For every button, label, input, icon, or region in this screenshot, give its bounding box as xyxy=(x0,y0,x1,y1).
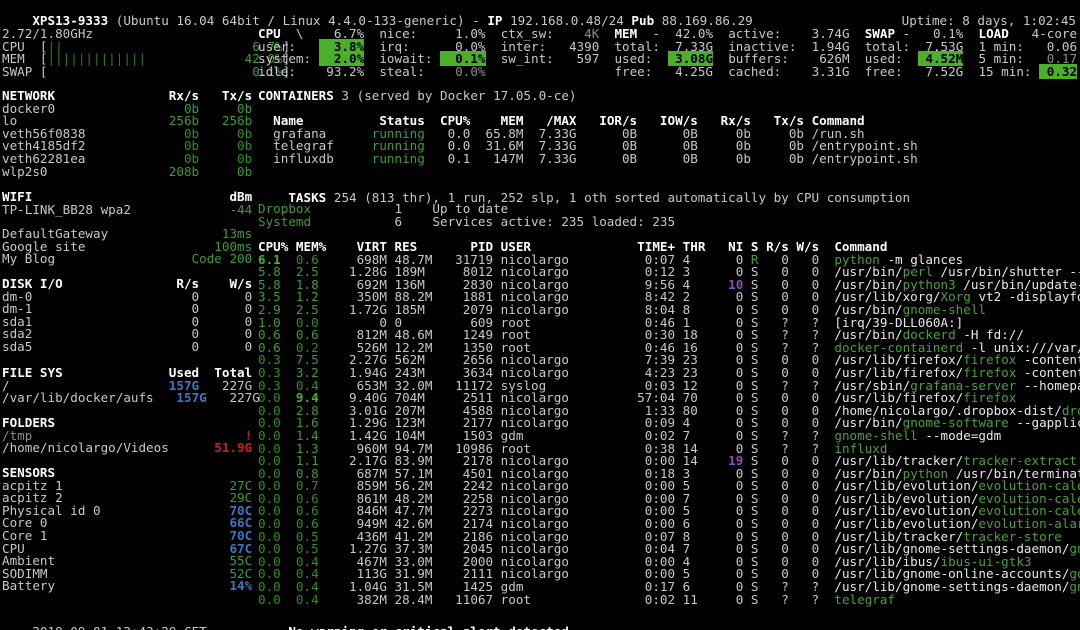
port-name-2: My Blog xyxy=(2,251,169,266)
diskio-row: sda5 0 0 xyxy=(2,341,252,354)
container-command-2: /entrypoint.sh xyxy=(804,151,918,166)
filesys-used-1: 157G xyxy=(154,390,207,405)
container-iow-2: 0B xyxy=(637,151,698,166)
quicklook-bar-empty-2 xyxy=(48,64,238,79)
cpu-value-2: 93.2% xyxy=(319,64,365,79)
amp-row: Systemd 6 Services active: 235 loaded: 2… xyxy=(258,216,675,229)
swap-value-2: 7.52G xyxy=(918,64,964,79)
network-row: wlp2s0 208b 0b xyxy=(2,166,252,179)
containers-engine: (served by Docker 17.05.0-ce) xyxy=(357,88,577,103)
proc-time-27: 0:02 xyxy=(607,592,675,607)
amps-panel: Dropbox 1 Up to dateSystemd 6 Services a… xyxy=(258,203,675,228)
folder-row: /home/nicolargo/Videos 51.9G xyxy=(2,442,252,455)
cpu-label-2: idle: xyxy=(258,64,319,79)
sensors-panel: SENSORSacpitz 1 27Cacpitz 2 29CPhysical … xyxy=(2,467,252,593)
diskio-read-4: 0 xyxy=(146,339,199,354)
containers-header-row: CONTAINERS 3 (served by Docker 17.05.0-c… xyxy=(258,90,918,103)
status-datetime: 2018-09-01 12:43:29 CET xyxy=(2,613,207,630)
filesys-mount-1: /var/lib/docker/aufs xyxy=(2,390,154,405)
ports-panel: DefaultGateway 13msGoogle site 100msMy B… xyxy=(2,228,252,266)
load-value-2: 0.32 xyxy=(1039,64,1077,79)
cpu-mem-swap-load-panel: CPU \ 6.7% nice: 1.0% ctx_sw: 4K MEM - 4… xyxy=(258,28,1077,78)
sensor-value-8: 14% xyxy=(207,578,253,593)
container-ior-2: 0B xyxy=(576,151,637,166)
wifi-row: TP-LINK_BB28 wpa2 -44 xyxy=(2,204,252,217)
mem-extra-value-2: 3.31G xyxy=(804,64,850,79)
sensor-name-8: Battery xyxy=(2,578,207,593)
proc-cmd-args-14: --mode=gdm xyxy=(918,428,1001,443)
proc-res-27: 28.4M xyxy=(387,592,448,607)
mem-extra-label-2: cached: xyxy=(728,64,804,79)
alert-message: No warning or critical alert detected xyxy=(258,613,569,630)
mem-value-2: 4.25G xyxy=(668,64,714,79)
filesys-row: /var/lib/docker/aufs 157G 227G xyxy=(2,392,260,405)
container-status-2: running xyxy=(349,151,425,166)
filesystem-panel: FILE SYS Used Total/ 157G 227G/var/lib/d… xyxy=(2,367,260,405)
containers-title: CONTAINERS xyxy=(258,88,334,103)
proc-cpu-27: 0.0 xyxy=(258,592,296,607)
bracket-open: [ xyxy=(40,64,48,79)
cpu-extra-value-2: 0.0% xyxy=(440,64,486,79)
network-panel: NETWORK Rx/s Tx/sdocker0 0b 0blo 256b 25… xyxy=(2,90,252,178)
network-iface-5: wlp2s0 xyxy=(2,164,146,179)
load-label-2: 15 min: xyxy=(978,64,1039,79)
diskio-write-4: 0 xyxy=(199,339,252,354)
sensor-row: Battery 14% xyxy=(2,580,252,593)
quicklook-bar-label-2: SWAP xyxy=(2,64,40,79)
proc-thr-27: 11 xyxy=(675,592,721,607)
cpu-extra-label-2: steal: xyxy=(379,64,440,79)
network-rx-5: 208b xyxy=(146,164,199,179)
wifi-signal-0: -44 xyxy=(199,202,252,217)
container-max-2: 7.33G xyxy=(523,151,576,166)
proc-mem-27: 0.4 xyxy=(296,592,349,607)
amp-status-1: Services active: 235 loaded: 235 xyxy=(432,214,675,229)
amp-count-1: 6 xyxy=(394,214,432,229)
proc-ni-27: 0 xyxy=(721,592,744,607)
port-row: My Blog Code 200 xyxy=(2,253,252,266)
folders-panel: FOLDERS/tmp !/home/nicolargo/Videos 51.9… xyxy=(2,417,252,455)
proc-ws-27: ? xyxy=(789,592,819,607)
container-name-2: influxdb xyxy=(273,151,349,166)
amp-name-1: Systemd xyxy=(258,214,394,229)
container-tx-2: 0b xyxy=(751,151,804,166)
containers-count: 3 xyxy=(341,88,349,103)
containers-panel: CONTAINERS 3 (served by Docker 17.05.0-c… xyxy=(258,90,918,166)
container-rx-2: 0b xyxy=(698,151,751,166)
stats-data-row: idle: 93.2% steal: 0.0% free: 4.25G cach… xyxy=(258,66,1077,79)
mem-label-2: free: xyxy=(614,64,667,79)
port-value-2: Code 200 xyxy=(169,251,252,266)
proc-virt-27: 382M xyxy=(349,592,387,607)
folder-size-1: 51.9G xyxy=(199,440,252,455)
proc-cmd-args-3: vt2 -displayfd 3 -auth /run/user/ xyxy=(971,289,1080,304)
proc-pid-27: 11067 xyxy=(448,592,494,607)
proc-rs-27: ? xyxy=(759,592,789,607)
container-row: influxdb running 0.1 147M 7.33G 0B 0B 0b… xyxy=(258,153,918,166)
glances-terminal: XPS13-9333 (Ubuntu 16.04 64bit / Linux 4… xyxy=(0,0,1080,630)
network-tx-5: 0b xyxy=(199,164,252,179)
diskio-dev-4: sda5 xyxy=(2,339,146,354)
swap-label-2: free: xyxy=(865,64,918,79)
proc-cmd-args-13: --gapplication-service xyxy=(1009,415,1080,430)
proc-state-27: S xyxy=(743,592,758,607)
filesys-total-1: 227G xyxy=(207,390,260,405)
disk-io-panel: DISK I/O R/s W/sdm-0 0 0dm-1 0 0sda1 0 0… xyxy=(2,278,252,354)
wifi-panel: WIFI dBmTP-LINK_BB28 wpa2 -44 xyxy=(2,191,252,216)
wifi-ssid-0: TP-LINK_BB28 wpa2 xyxy=(2,202,199,217)
proc-cmd-bin-26: gnome-settings-daemon xyxy=(1069,579,1080,594)
proc-cmd-bin-27: telegraf xyxy=(834,592,895,607)
quicklook-panel: 2.72/1.80GHzCPU [|| 6.7%]MEM [||||||||||… xyxy=(2,28,290,78)
folder-path-1: /home/nicolargo/Videos xyxy=(2,440,199,455)
container-mem-2: 147M xyxy=(470,151,523,166)
process-row: 0.0 0.4 382M 28.4M 11067 root 0:02 11 0 … xyxy=(258,594,1080,607)
process-list: CPU% MEM% VIRT RES PID USER TIME+ THR NI… xyxy=(258,241,1080,606)
proc-cmd-bin-23: gnome-settings-daemon xyxy=(1069,541,1080,556)
container-cpu-2: 0.1 xyxy=(425,151,471,166)
quicklook-bar-row: SWAP [ 0.1%] xyxy=(2,66,290,79)
proc-user-27: root xyxy=(493,592,607,607)
proc-cmd-args-10: --homepath=/usr/share/grafa xyxy=(1016,378,1080,393)
